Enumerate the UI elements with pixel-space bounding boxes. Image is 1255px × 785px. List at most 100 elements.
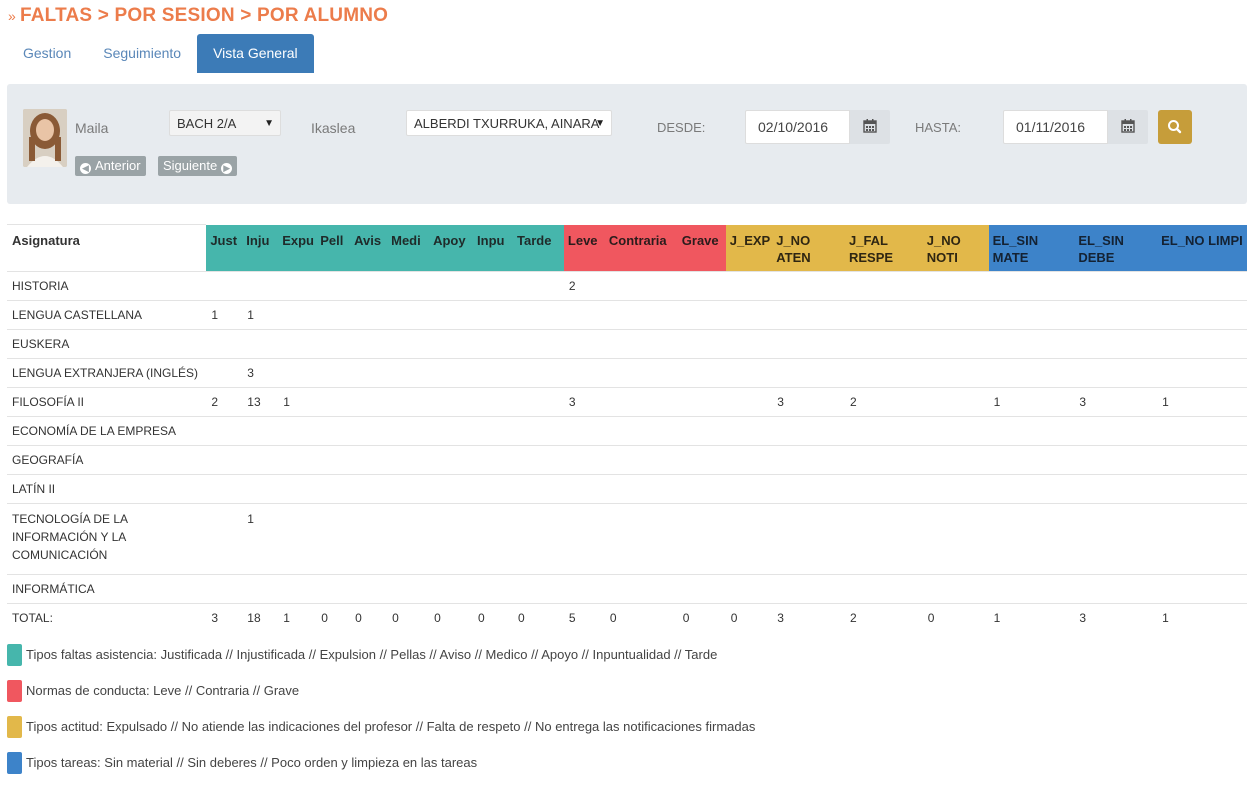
table-cell xyxy=(429,300,474,330)
table-cell xyxy=(1157,300,1247,330)
search-button[interactable] xyxy=(1158,110,1192,144)
from-date-input[interactable]: 02/10/2016 xyxy=(745,110,850,144)
table-cell xyxy=(844,416,923,446)
student-select[interactable]: ALBERDI TXURRUKA, AINARA ▼ xyxy=(406,110,612,136)
table-cell xyxy=(1157,445,1247,475)
avatar-image xyxy=(23,109,67,167)
table-row: HISTORIA 2 xyxy=(7,271,1247,301)
legend-swatch xyxy=(7,716,22,738)
legend-text: Tipos faltas asistencia: Justificada // … xyxy=(26,647,718,662)
tab-seguimiento[interactable]: Seguimiento xyxy=(87,34,197,73)
table-cell xyxy=(278,358,317,388)
table-cell: 2 xyxy=(844,387,923,417)
next-button[interactable]: Siguiente ▶ xyxy=(158,156,238,176)
tab-gestion[interactable]: Gestion xyxy=(7,34,87,73)
column-header-j-fal-respe: J_FAL RESPE xyxy=(844,224,923,272)
next-label: Siguiente xyxy=(163,158,218,173)
table-cell xyxy=(206,503,243,575)
table-cell xyxy=(206,329,243,359)
table-cell xyxy=(844,329,923,359)
table-cell: 1 xyxy=(988,387,1075,417)
table-cell: 0 xyxy=(473,603,513,632)
previous-button[interactable]: ◀ Anterior xyxy=(75,156,146,176)
table-cell xyxy=(387,387,430,417)
subject-name: ECONOMÍA DE LA EMPRESA xyxy=(7,416,207,446)
table-cell xyxy=(1157,358,1247,388)
subject-name: INFORMÁTICA xyxy=(7,574,207,604)
table-cell xyxy=(922,416,989,446)
to-calendar-button[interactable] xyxy=(1108,110,1148,144)
table-cell xyxy=(677,416,726,446)
table-cell xyxy=(473,271,513,301)
table-cell xyxy=(429,387,474,417)
table-cell xyxy=(922,574,989,604)
table-cell: 3 xyxy=(772,387,845,417)
table-cell xyxy=(473,574,513,604)
table-cell xyxy=(429,574,474,604)
table-cell xyxy=(206,474,243,504)
column-header-el-no-limpi: EL_NO LIMPI xyxy=(1157,224,1247,272)
tab-vista-general[interactable]: Vista General xyxy=(197,34,314,73)
group-select-value: BACH 2/A xyxy=(177,116,237,131)
calendar-icon xyxy=(863,119,877,133)
legend-item: Tipos actitud: Expulsado // No atiende l… xyxy=(7,716,907,738)
user-name: Maila xyxy=(75,120,109,136)
table-header-row: Asignatura Just Inju Expu Pell Avis Medi Apoy I… xyxy=(7,224,1247,272)
column-header-contraria: Contraria xyxy=(604,224,678,272)
table-cell xyxy=(844,271,923,301)
table-cell xyxy=(1157,271,1247,301)
legend-swatch xyxy=(7,752,22,774)
table-cell xyxy=(206,271,243,301)
table-cell: 13 xyxy=(242,387,279,417)
table-cell xyxy=(1074,574,1158,604)
table-cell xyxy=(429,329,474,359)
table-cell xyxy=(677,474,726,504)
table-cell: 3 xyxy=(563,387,605,417)
previous-label: Anterior xyxy=(95,158,141,173)
table-cell xyxy=(512,574,564,604)
table-cell xyxy=(677,358,726,388)
table-cell xyxy=(1074,445,1158,475)
table-cell xyxy=(429,445,474,475)
table-cell: 0 xyxy=(350,603,388,632)
table-cell xyxy=(988,474,1075,504)
table-cell xyxy=(1074,271,1158,301)
table-cell xyxy=(725,387,773,417)
table-cell: 0 xyxy=(429,603,474,632)
table-cell xyxy=(278,503,317,575)
table-cell xyxy=(604,416,678,446)
table-cell xyxy=(988,574,1075,604)
table-cell xyxy=(922,445,989,475)
table-cell xyxy=(473,474,513,504)
table-cell xyxy=(387,503,430,575)
column-header-medi: Medi xyxy=(387,224,430,272)
table-cell: 3 xyxy=(772,603,845,632)
table-cell: 0 xyxy=(922,603,989,632)
subject-name: HISTORIA xyxy=(7,271,207,301)
table-cell xyxy=(206,358,243,388)
table-cell xyxy=(563,416,605,446)
table-cell xyxy=(725,329,773,359)
search-icon xyxy=(1168,120,1182,134)
table-cell xyxy=(473,503,513,575)
table-cell xyxy=(604,358,678,388)
table-cell xyxy=(350,474,388,504)
chevron-down-icon: ▼ xyxy=(595,118,605,129)
table-cell xyxy=(1157,416,1247,446)
column-header-subject: Asignatura xyxy=(7,224,207,272)
table-cell xyxy=(387,358,430,388)
table-cell: 18 xyxy=(242,603,279,632)
table-cell xyxy=(512,358,564,388)
table-cell xyxy=(677,271,726,301)
to-label: HASTA: xyxy=(915,120,961,135)
table-row: INFORMÁTICA xyxy=(7,574,1247,604)
table-cell xyxy=(563,300,605,330)
table-cell xyxy=(1157,503,1247,575)
to-date-input[interactable]: 01/11/2016 xyxy=(1003,110,1108,144)
from-calendar-button[interactable] xyxy=(850,110,890,144)
table-cell xyxy=(677,387,726,417)
column-header-j-exp: J_EXP xyxy=(725,224,773,272)
table-cell xyxy=(725,300,773,330)
group-select[interactable]: BACH 2/A ▼ xyxy=(169,110,281,136)
table-cell xyxy=(772,329,845,359)
